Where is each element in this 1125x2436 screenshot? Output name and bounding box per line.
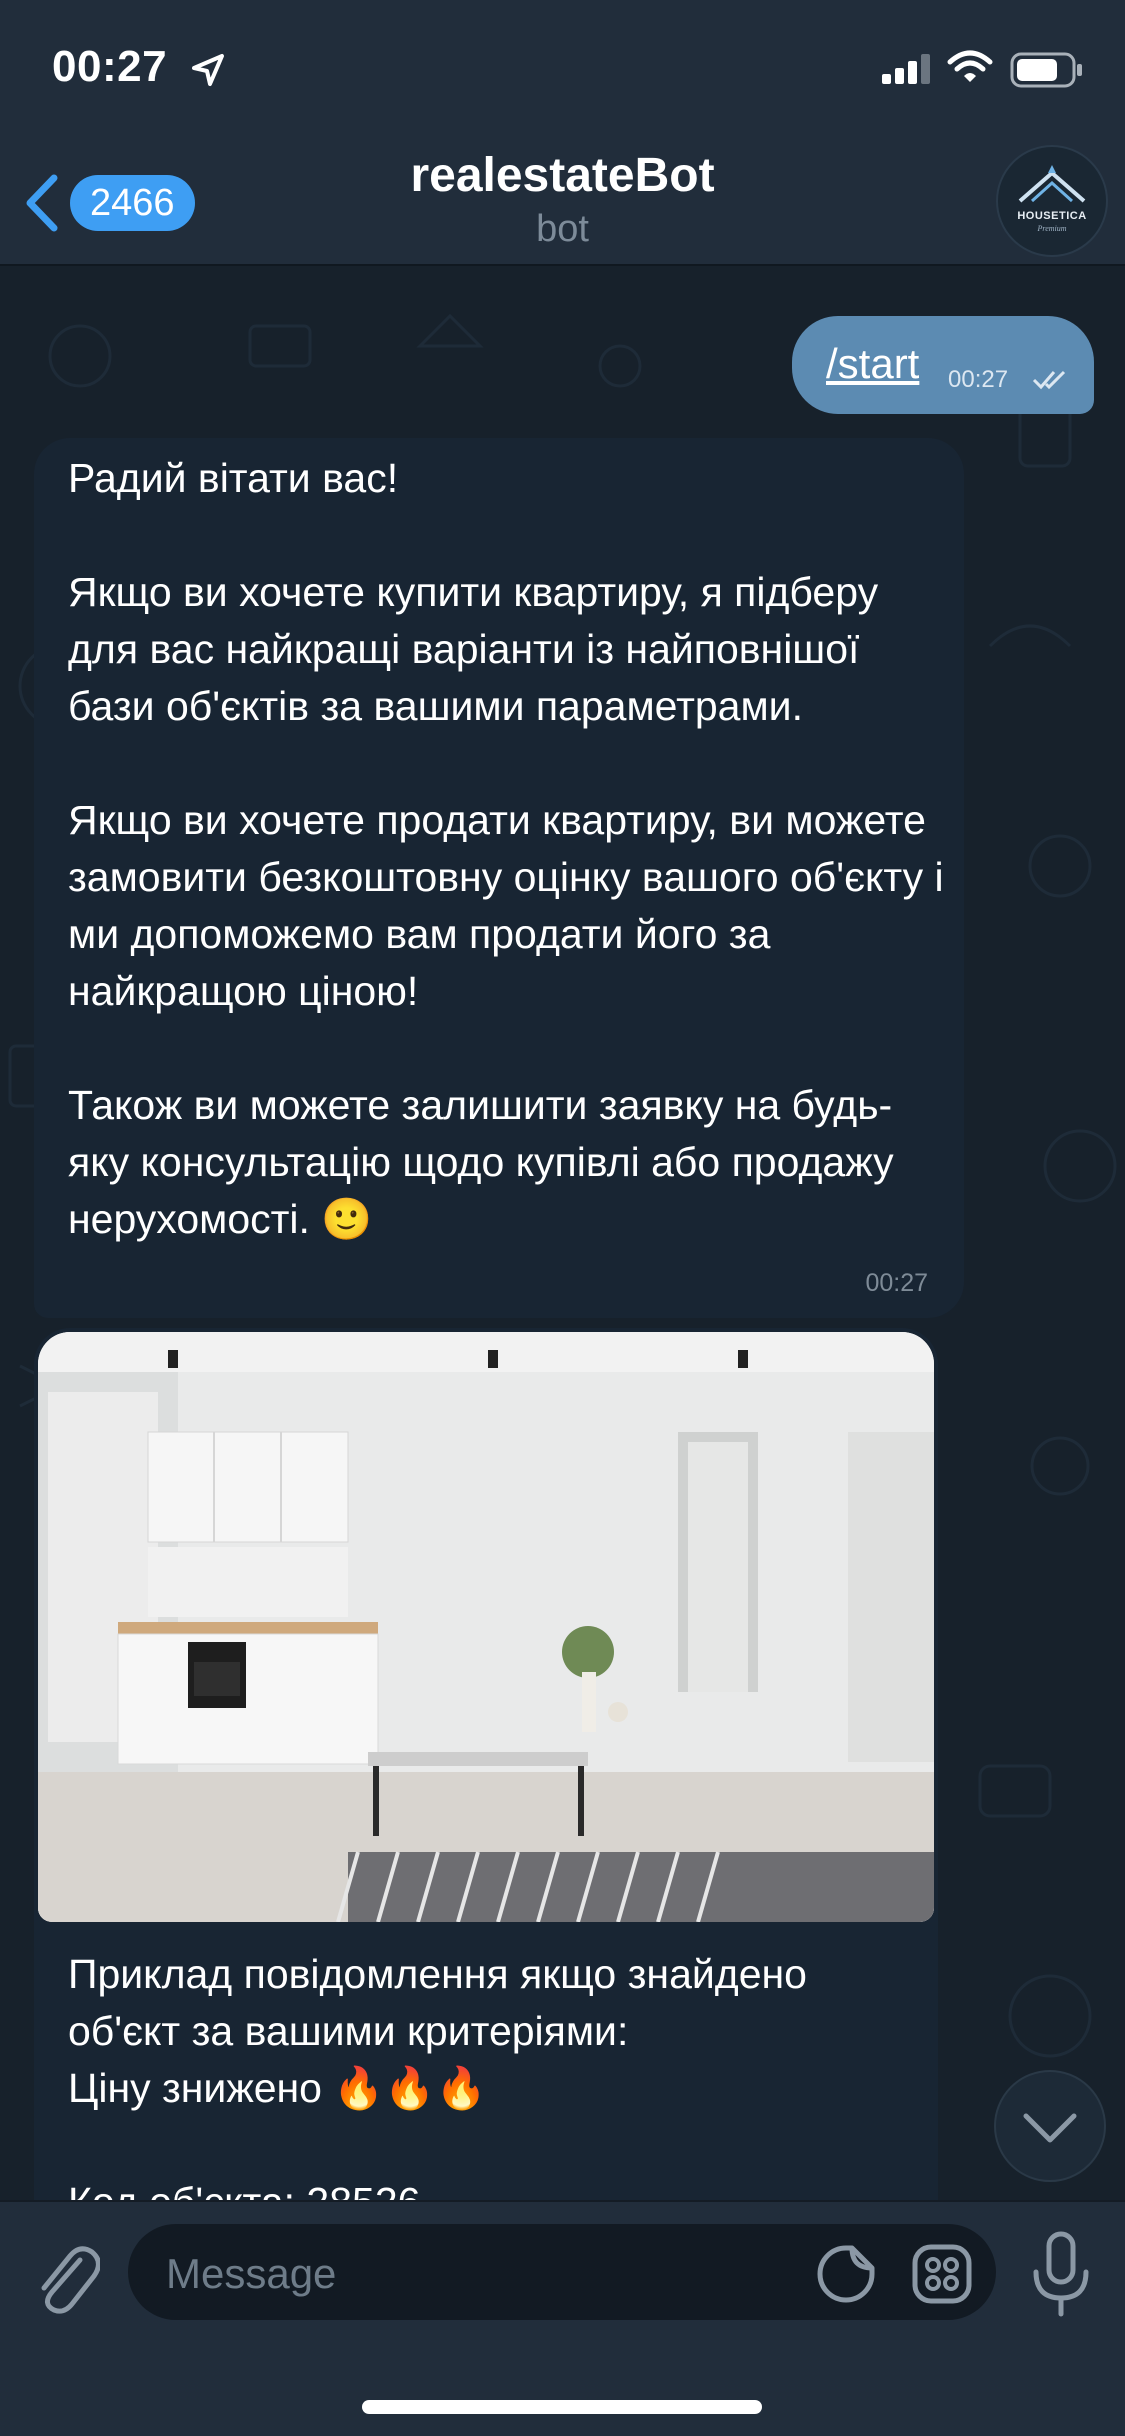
photo-message[interactable]: Приклад повідомлення якщо знайдено об'єк… — [34, 1328, 938, 2228]
scroll-to-bottom-button[interactable] — [994, 2070, 1106, 2182]
avatar-subtext: Premium — [1037, 224, 1067, 233]
start-command-link[interactable]: /start — [826, 340, 919, 388]
incoming-message[interactable]: Радий вітати вас! Якщо ви хочете купити … — [34, 438, 964, 1318]
read-checkmarks-icon — [1032, 370, 1066, 390]
chat-header: 2466 realestateBot bot HOUSETICA Premium — [0, 140, 1125, 266]
location-arrow-icon — [192, 54, 224, 86]
message-field[interactable]: Message — [128, 2224, 996, 2320]
bot-commands-icon[interactable] — [912, 2244, 972, 2304]
message-time: 00:27 — [865, 1269, 928, 1297]
status-bar: 00:27 — [0, 0, 1125, 140]
photo-caption: Приклад повідомлення якщо знайдено об'єк… — [68, 1951, 807, 2225]
message-placeholder: Message — [166, 2250, 337, 2297]
outgoing-message[interactable]: /start 00:27 — [792, 316, 1094, 414]
chat-subtitle: bot — [536, 208, 589, 250]
apartment-photo[interactable] — [38, 1332, 934, 1922]
status-time: 00:27 — [52, 42, 168, 91]
avatar[interactable]: HOUSETICA Premium — [996, 145, 1108, 257]
paperclip-icon[interactable] — [28, 2230, 100, 2316]
avatar-brand: HOUSETICA — [1017, 210, 1087, 222]
microphone-icon[interactable] — [1028, 2230, 1094, 2320]
message-text: Радий вітати вас! Якщо ви хочете купити … — [68, 455, 944, 1242]
wifi-icon — [947, 50, 993, 82]
chevron-down-icon — [1023, 2113, 1077, 2143]
house-logo-icon — [1018, 165, 1086, 203]
sticker-icon[interactable] — [816, 2244, 876, 2304]
message-time: 00:27 — [948, 366, 1009, 393]
cellular-signal-icon — [882, 54, 930, 84]
chat-title[interactable]: realestateBot — [0, 148, 1125, 203]
battery-icon — [1010, 52, 1082, 88]
home-indicator[interactable] — [362, 2400, 762, 2414]
